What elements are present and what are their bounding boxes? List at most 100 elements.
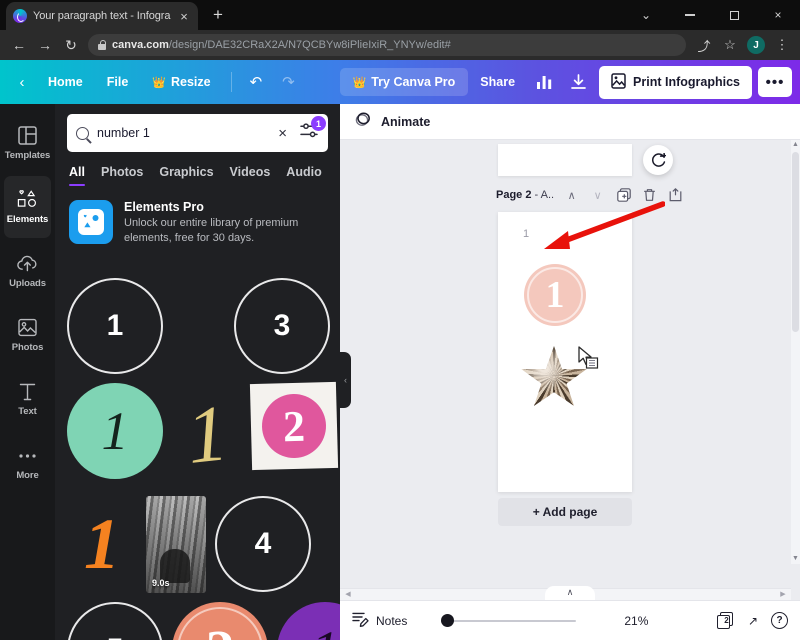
tab-videos[interactable]: Videos <box>230 165 271 186</box>
zoom-slider-knob[interactable] <box>441 614 455 627</box>
back-icon[interactable]: ← <box>6 32 32 58</box>
elements-pro-icon <box>69 200 113 244</box>
result-mint-circle-one[interactable]: 1 <box>67 383 163 479</box>
help-icon[interactable]: ? <box>771 612 788 629</box>
sidebar-item-templates[interactable]: Templates <box>4 112 51 174</box>
sidebar-item-text[interactable]: Text <box>4 368 51 430</box>
uploads-icon <box>17 254 38 274</box>
home-button[interactable]: Home <box>36 69 95 95</box>
notes-button[interactable]: Notes <box>352 611 407 630</box>
avatar[interactable]: J <box>744 33 768 57</box>
back-chevron-icon[interactable]: ‹ <box>8 74 36 91</box>
minimize-icon[interactable] <box>668 0 712 30</box>
result-outline-circle-four[interactable]: 4 <box>215 496 311 592</box>
try-canva-pro-button[interactable]: 👑 Try Canva Pro <box>339 68 469 96</box>
duplicate-page-icon[interactable] <box>615 187 632 204</box>
reload-icon[interactable]: ↻ <box>58 32 84 58</box>
templates-icon <box>18 126 37 146</box>
tab-photos[interactable]: Photos <box>101 165 143 186</box>
animate-label[interactable]: Animate <box>381 115 430 129</box>
result-pink-two-card[interactable]: 2 <box>249 381 339 471</box>
move-page-up-icon[interactable]: ∧ <box>563 187 580 204</box>
result-outline-circle-three[interactable]: 3 <box>234 278 330 374</box>
vertical-scroll-thumb[interactable] <box>792 152 799 332</box>
video-thumbnail: 9.0s <box>146 496 206 593</box>
undo-icon[interactable]: ↶ <box>240 69 273 95</box>
avatar-initial: J <box>747 36 765 54</box>
close-window-icon[interactable]: × <box>756 0 800 30</box>
canvas-page[interactable]: 1 1 <box>498 212 632 492</box>
try-pro-label: Try Canva Pro <box>371 75 456 89</box>
refresh-icon[interactable] <box>643 145 673 175</box>
move-page-down-icon[interactable]: ∨ <box>589 187 606 204</box>
browser-tab-strip: Your paragraph text - Infographic × + ⌄ … <box>0 0 800 30</box>
browser-tab-title: Your paragraph text - Infographic <box>33 10 171 22</box>
scroll-up-icon[interactable]: ▲ <box>791 140 800 150</box>
result-forest-video[interactable]: 9.0s <box>146 496 206 593</box>
resize-button[interactable]: 👑 Resize <box>140 69 222 95</box>
pages-count-label: 2 <box>724 616 729 625</box>
result-gold-script-one[interactable]: 1 <box>172 383 242 487</box>
page-manager-icon[interactable]: 2 <box>716 612 735 629</box>
close-tab-icon[interactable]: × <box>177 10 191 23</box>
result-label: 4 <box>215 496 311 592</box>
zoom-level-label[interactable]: 21% <box>624 614 648 628</box>
number-one-element[interactable]: 1 <box>524 264 586 326</box>
browser-menu-icon[interactable]: ⋮ <box>770 33 794 57</box>
maximize-icon[interactable] <box>712 0 756 30</box>
print-icon <box>611 72 626 92</box>
browser-tab[interactable]: Your paragraph text - Infographic × <box>6 2 198 30</box>
clear-search-icon[interactable]: × <box>275 125 290 142</box>
sidebar-label-uploads: Uploads <box>9 277 46 289</box>
fullscreen-icon[interactable]: ↗ <box>748 614 758 628</box>
tab-audio[interactable]: Audio <box>286 165 321 186</box>
previous-page-thumbnail[interactable] <box>498 144 632 176</box>
more-options-button[interactable]: ••• <box>758 67 792 97</box>
canvas-area[interactable]: Page 2 - A.. ∧ ∨ 1 1 + Add page <box>340 140 800 564</box>
result-salmon-ring-two[interactable]: 2 <box>172 602 268 640</box>
search-box[interactable]: number 1 × 1 <box>67 114 328 152</box>
sidebar-item-photos[interactable]: Photos <box>4 304 51 366</box>
result-label: 1 <box>67 383 163 479</box>
notes-label: Notes <box>376 613 408 628</box>
result-outline-circle-five[interactable]: 5 <box>67 602 163 640</box>
chevron-down-icon[interactable]: ⌄ <box>624 0 668 30</box>
address-bar[interactable]: canva.com/design/DAE32CRaX2A/N7QCBYw8iPl… <box>88 34 686 56</box>
zoom-slider[interactable] <box>441 614 577 628</box>
download-icon[interactable] <box>561 67 595 97</box>
bookmark-star-icon[interactable]: ☆ <box>718 33 742 57</box>
search-input[interactable]: number 1 <box>97 126 267 140</box>
bottom-status-bar: Notes 21% 2 ↗ ? www.deuaq.com <box>340 600 800 640</box>
add-page-icon[interactable] <box>667 187 684 204</box>
filter-count-badge: 1 <box>311 116 326 131</box>
page-label-rest: - A.. <box>531 189 555 201</box>
print-infographics-button[interactable]: Print Infographics <box>599 65 752 99</box>
add-page-button[interactable]: + Add page <box>498 498 632 526</box>
result-orange-one[interactable]: 1 <box>67 496 137 592</box>
new-tab-button[interactable]: + <box>208 6 228 26</box>
sidebar-item-elements[interactable]: Elements <box>4 176 51 238</box>
sidebar-item-more[interactable]: More <box>4 432 51 494</box>
collapse-panel-handle[interactable]: ‹ <box>340 352 351 408</box>
share-icon[interactable]: ⤴ <box>692 33 716 57</box>
tab-graphics[interactable]: Graphics <box>159 165 213 186</box>
share-button[interactable]: Share <box>468 68 527 96</box>
sidebar-label-templates: Templates <box>4 149 51 161</box>
trash-icon[interactable] <box>641 187 658 204</box>
forward-icon[interactable]: → <box>32 32 58 58</box>
result-purple-circle-one[interactable]: 1 <box>277 602 340 640</box>
result-outline-circle-one[interactable]: 1 <box>67 278 163 374</box>
resize-label: Resize <box>170 75 211 89</box>
scroll-down-icon[interactable]: ▼ <box>791 554 800 564</box>
vertical-scrollbar[interactable]: ▲ ▼ <box>791 140 800 564</box>
elements-pro-promo[interactable]: Elements Pro Unlock our entire library o… <box>55 186 340 256</box>
browser-toolbar: ← → ↻ canva.com/design/DAE32CRaX2A/N7QCB… <box>0 30 800 60</box>
results-row: 1 9.0s 4 <box>67 496 328 593</box>
redo-icon[interactable]: ↷ <box>272 69 305 95</box>
tab-all[interactable]: All <box>69 165 85 186</box>
filter-button[interactable]: 1 <box>298 116 326 143</box>
sidebar-item-uploads[interactable]: Uploads <box>4 240 51 302</box>
sidebar-label-photos: Photos <box>11 341 44 353</box>
file-menu-button[interactable]: File <box>95 69 141 95</box>
bar-chart-icon[interactable] <box>527 67 561 97</box>
